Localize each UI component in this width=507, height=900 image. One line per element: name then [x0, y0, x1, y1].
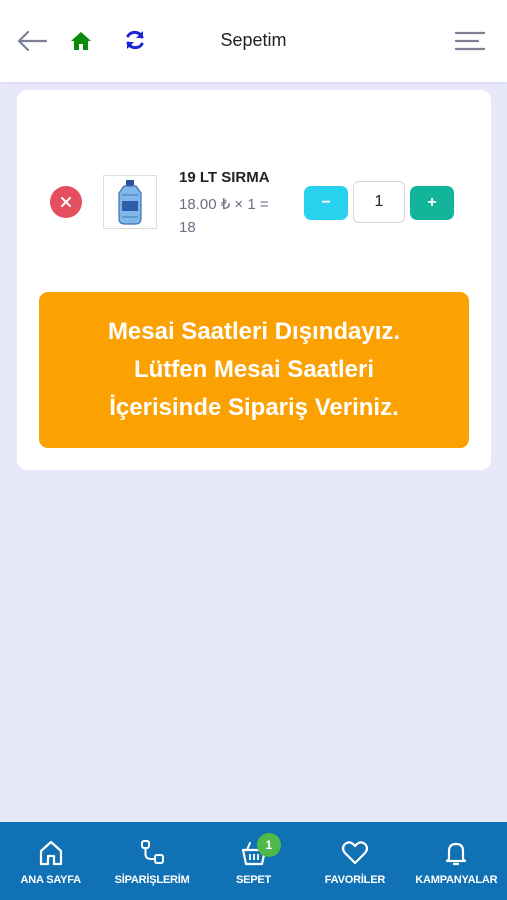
closed-hours-notice: Mesai Saatleri Dışındayız. Lütfen Mesai … — [39, 292, 469, 448]
hamburger-menu-icon[interactable] — [452, 26, 488, 56]
notice-text: Mesai Saatleri Dışındayız. Lütfen Mesai … — [107, 318, 401, 421]
nav-cart[interactable]: 1 SEPET — [203, 822, 304, 900]
app-header: Sepetim — [0, 0, 507, 82]
product-image — [103, 175, 157, 229]
cart-count-badge: 1 — [256, 833, 281, 857]
nav-label: SEPET — [235, 874, 272, 886]
water-bottle-icon — [118, 180, 142, 225]
home-icon[interactable] — [68, 28, 94, 54]
refresh-icon[interactable] — [122, 27, 148, 53]
home-icon — [39, 840, 62, 866]
product-price-line: 18.00 ₺ × 1 = 18 — [179, 196, 269, 236]
nav-label: SİPARİŞLERİM — [114, 874, 190, 886]
product-name: 19 LT SIRMA — [179, 169, 270, 186]
nav-home[interactable]: ANA SAYFA — [0, 822, 101, 900]
increase-quantity-button[interactable]: + — [410, 186, 454, 220]
quantity-input[interactable] — [353, 181, 405, 223]
nav-label: ANA SAYFA — [20, 874, 82, 886]
nav-label: KAMPANYALAR — [415, 874, 498, 886]
nav-favorites[interactable]: FAVORİLER — [304, 822, 405, 900]
bell-icon — [446, 842, 467, 866]
heart-icon — [341, 841, 369, 865]
bottom-navigation: ANA SAYFA SİPARİŞLERİM 1 SEPET FAVORİLER… — [0, 822, 507, 900]
nav-campaigns[interactable]: KAMPANYALAR — [406, 822, 507, 900]
remove-item-button[interactable] — [50, 186, 82, 218]
nav-orders[interactable]: SİPARİŞLERİM — [101, 822, 202, 900]
orders-icon — [141, 840, 165, 864]
back-arrow-icon[interactable] — [14, 26, 50, 56]
nav-label: FAVORİLER — [324, 874, 386, 886]
decrease-quantity-button[interactable]: − — [304, 186, 348, 220]
close-icon — [61, 197, 71, 207]
